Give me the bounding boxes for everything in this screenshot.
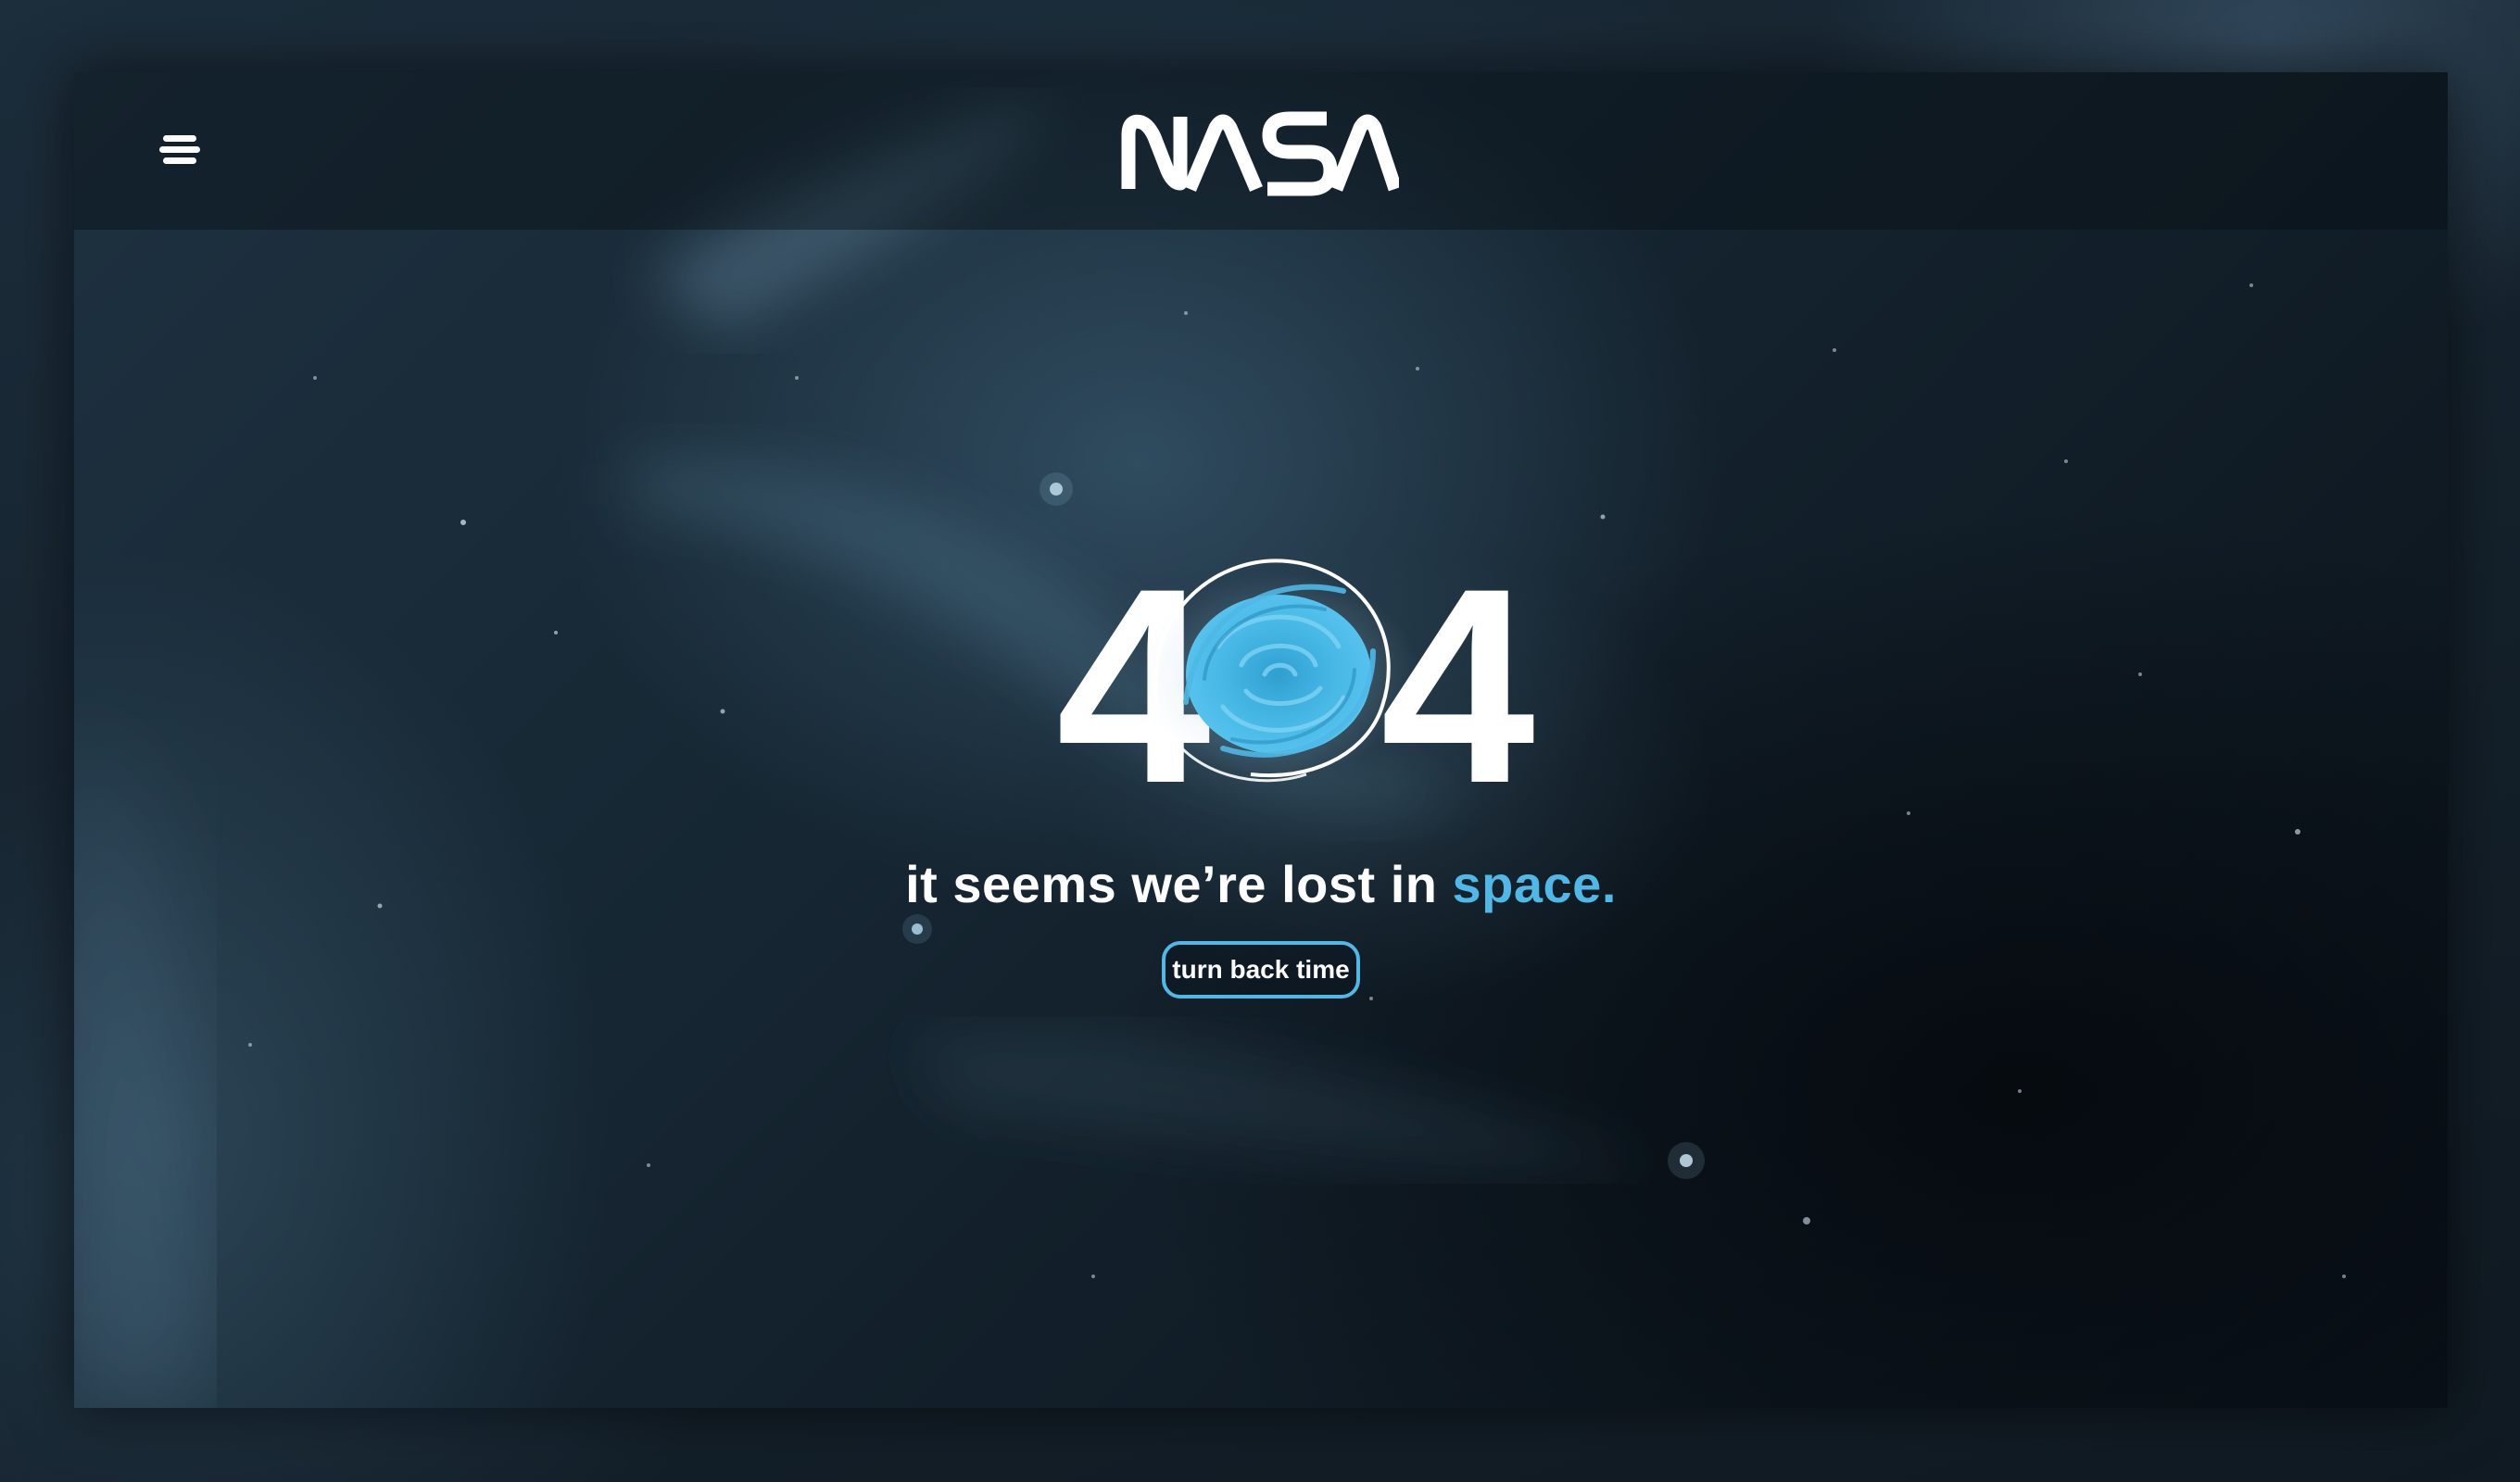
error-message-text: it seems we’re lost in bbox=[905, 855, 1453, 913]
error-message-accent: space. bbox=[1452, 855, 1617, 913]
error-hero: 4 4 it seems we’re lost in space. turn b… bbox=[74, 72, 2448, 1408]
error-message: it seems we’re lost in space. bbox=[74, 854, 2448, 914]
turn-back-time-button[interactable]: turn back time bbox=[1162, 941, 1360, 998]
browser-viewport: 4 4 it seems we’re lost in space. turn b… bbox=[74, 72, 2448, 1408]
error-code-404: 4 4 bbox=[991, 480, 1566, 832]
error-digit-right: 4 bbox=[1380, 530, 1535, 841]
